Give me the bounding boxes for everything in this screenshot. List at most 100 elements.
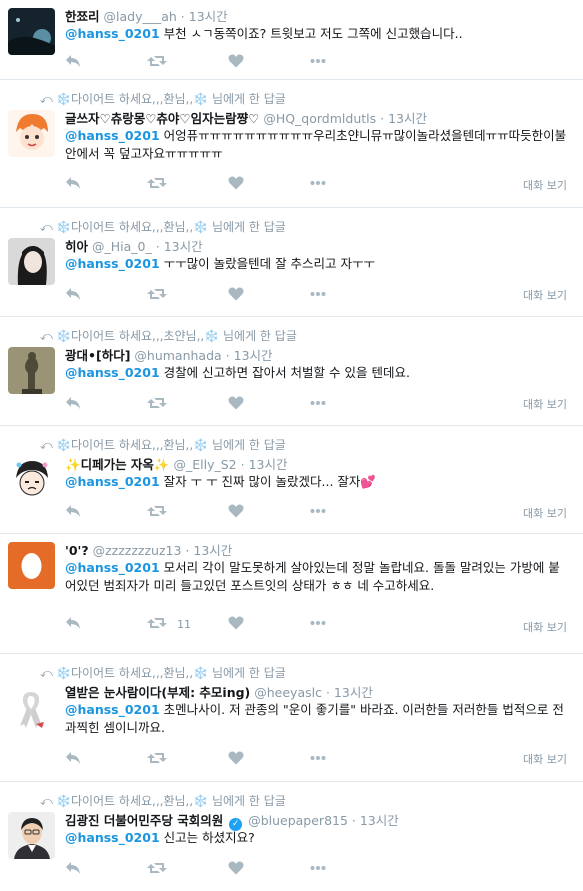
more-icon[interactable]: [310, 616, 326, 630]
avatar[interactable]: [8, 110, 55, 157]
tweet-body: ㅜㅜ많이 놀랐을텐데 잘 추스리고 자ㅜㅜ: [159, 256, 376, 271]
user-handle[interactable]: @HQ_qordmldutls: [263, 111, 376, 126]
separator: ·: [180, 9, 185, 24]
more-icon[interactable]: [310, 54, 326, 68]
avatar[interactable]: [8, 347, 55, 394]
more-icon[interactable]: [310, 504, 326, 518]
avatar[interactable]: [8, 238, 55, 285]
reply-icon[interactable]: [65, 861, 81, 875]
mention-link[interactable]: @hanss_0201: [65, 702, 160, 717]
mention-link[interactable]: @hanss_0201: [65, 26, 160, 41]
tweet-header: 열받은 눈사람이다(부제: 추모ing) @heeyaslc · 13시간: [65, 682, 373, 701]
heart-icon[interactable]: [228, 504, 244, 518]
user-handle[interactable]: @humanhada: [134, 348, 221, 363]
heart-icon[interactable]: [228, 861, 244, 875]
heart-icon[interactable]: [228, 616, 244, 630]
heart-icon[interactable]: [228, 176, 244, 190]
user-name[interactable]: 한쬬리: [65, 9, 100, 24]
show-conversation-link[interactable]: 대화 보기: [523, 396, 567, 412]
user-handle[interactable]: @bluepaper815: [248, 813, 348, 828]
mention-link[interactable]: @hanss_0201: [65, 830, 160, 845]
timestamp[interactable]: 13시간: [388, 111, 427, 126]
user-handle[interactable]: @lady___ah: [104, 9, 177, 24]
user-handle[interactable]: @_Elly_S2: [173, 457, 236, 472]
timestamp[interactable]: 13시간: [189, 9, 228, 24]
reply-icon[interactable]: [65, 616, 81, 630]
timestamp[interactable]: 13시간: [334, 685, 373, 700]
retweet-icon[interactable]: [147, 751, 167, 765]
tweet[interactable]: ⤺ ❄️다이어트 하세요,,,환님,,❄️ 님에게 한 답글 열받은 눈사람이다(…: [0, 654, 583, 782]
show-conversation-link[interactable]: 대화 보기: [523, 619, 567, 635]
tweet[interactable]: ⤺ ❄️다이어트 하세요,,,환님,,❄️ 님에게 한 답글 ✨디페가는 자옥✨ …: [0, 426, 583, 534]
reply-context[interactable]: ⤺ ❄️다이어트 하세요,,,초얀님,,❄️ 님에게 한 답글: [40, 327, 297, 344]
reply-context[interactable]: ⤺ ❄️다이어트 하세요,,,환님,,❄️ 님에게 한 답글: [40, 664, 286, 681]
more-icon[interactable]: [310, 861, 326, 875]
retweet-icon[interactable]: [147, 287, 167, 301]
tweet[interactable]: ⤺ ❄️다이어트 하세요,,,초얀님,,❄️ 님에게 한 답글 광대•[하다] @…: [0, 317, 583, 426]
user-name[interactable]: ✨디페가는 자옥✨: [65, 457, 169, 472]
retweet-icon[interactable]: [147, 861, 167, 875]
heart-icon[interactable]: [228, 54, 244, 68]
user-name[interactable]: '0'?: [65, 543, 89, 558]
heart-icon[interactable]: [228, 396, 244, 410]
mention-link[interactable]: @hanss_0201: [65, 474, 160, 489]
mention-link[interactable]: @hanss_0201: [65, 560, 160, 575]
tweet-header: 광대•[하다] @humanhada · 13시간: [65, 345, 273, 364]
show-conversation-link[interactable]: 대화 보기: [523, 287, 567, 303]
reply-context[interactable]: ⤺ ❄️다이어트 하세요,,,환님,,❄️ 님에게 한 답글: [40, 792, 286, 809]
mention-link[interactable]: @hanss_0201: [65, 128, 160, 143]
more-icon[interactable]: [310, 287, 326, 301]
mention-link[interactable]: @hanss_0201: [65, 256, 160, 271]
user-name[interactable]: 글쓰자♡츄랑몽♡츄야♡임자는람쨩♡: [65, 111, 259, 126]
user-name[interactable]: 열받은 눈사람이다(부제: 추모ing): [65, 685, 250, 700]
retweet-icon[interactable]: [147, 54, 167, 68]
avatar[interactable]: [8, 684, 55, 731]
timestamp[interactable]: 13시간: [193, 543, 232, 558]
reply-icon[interactable]: [65, 751, 81, 765]
timestamp[interactable]: 13시간: [360, 813, 399, 828]
tweet[interactable]: '0'? @zzzzzzzuz13 · 13시간 @hanss_0201 모서리…: [0, 534, 583, 654]
tweet-text: @hanss_0201 어엉퓨ㅠㅠㅠㅠㅠㅠㅠㅠㅠㅠ우리초얀니뮤ㅠ많이놀라셨을텐데…: [65, 127, 567, 163]
user-name[interactable]: 광대•[하다]: [65, 348, 130, 363]
tweet[interactable]: ⤺ ❄️다이어트 하세요,,,환님,,❄️ 님에게 한 답글 히아 @_Hia_0…: [0, 208, 583, 317]
more-icon[interactable]: [310, 396, 326, 410]
retweet-icon[interactable]: [147, 616, 167, 630]
user-name[interactable]: 김광진 더불어민주당 국회의원: [65, 813, 223, 828]
timestamp[interactable]: 13시간: [164, 239, 203, 254]
retweet-icon[interactable]: [147, 504, 167, 518]
more-icon[interactable]: [310, 176, 326, 190]
avatar[interactable]: [8, 8, 55, 55]
mention-link[interactable]: @hanss_0201: [65, 365, 160, 380]
reply-icon[interactable]: [65, 176, 81, 190]
heart-icon[interactable]: [228, 751, 244, 765]
tweet-text: @hanss_0201 부천 ㅅㄱ동쪽이죠? 트윗보고 저도 그쪽에 신고했습니…: [65, 25, 567, 43]
more-icon[interactable]: [310, 751, 326, 765]
retweet-icon[interactable]: [147, 176, 167, 190]
user-handle[interactable]: @zzzzzzzuz13: [93, 543, 182, 558]
tweet[interactable]: ⤺ ❄️다이어트 하세요,,,환님,,❄️ 님에게 한 답글 글쓰자♡츄랑몽♡츄야…: [0, 80, 583, 208]
avatar[interactable]: [8, 542, 55, 589]
show-conversation-link[interactable]: 대화 보기: [523, 505, 567, 521]
user-handle[interactable]: @heeyaslc: [254, 685, 322, 700]
reply-context[interactable]: ⤺ ❄️다이어트 하세요,,,환님,,❄️ 님에게 한 답글: [40, 90, 286, 107]
reply-icon[interactable]: [65, 396, 81, 410]
show-conversation-link[interactable]: 대화 보기: [523, 177, 567, 193]
reply-context[interactable]: ⤺ ❄️다이어트 하세요,,,환님,,❄️ 님에게 한 답글: [40, 218, 286, 235]
timestamp[interactable]: 13시간: [249, 457, 288, 472]
user-handle[interactable]: @_Hia_0_: [92, 239, 152, 254]
tweet[interactable]: 한쬬리 @lady___ah · 13시간 @hanss_0201 부천 ㅅㄱ동…: [0, 0, 583, 80]
retweet-icon[interactable]: [147, 396, 167, 410]
show-conversation-link[interactable]: 대화 보기: [523, 751, 567, 767]
reply-icon[interactable]: [65, 504, 81, 518]
reply-icon[interactable]: [65, 54, 81, 68]
user-name[interactable]: 히아: [65, 239, 88, 254]
timestamp[interactable]: 13시간: [234, 348, 273, 363]
heart-icon[interactable]: [228, 287, 244, 301]
tweet-header: 김광진 더불어민주당 국회의원 ✓ @bluepaper815 · 13시간: [65, 810, 399, 831]
avatar[interactable]: [8, 456, 55, 503]
avatar[interactable]: [8, 812, 55, 859]
reply-context[interactable]: ⤺ ❄️다이어트 하세요,,,환님,,❄️ 님에게 한 답글: [40, 436, 286, 453]
reply-icon[interactable]: [65, 287, 81, 301]
tweet[interactable]: ⤺ ❄️다이어트 하세요,,,환님,,❄️ 님에게 한 답글 김광진 더불어민주당…: [0, 782, 583, 891]
retweet-count: 11: [177, 618, 191, 631]
